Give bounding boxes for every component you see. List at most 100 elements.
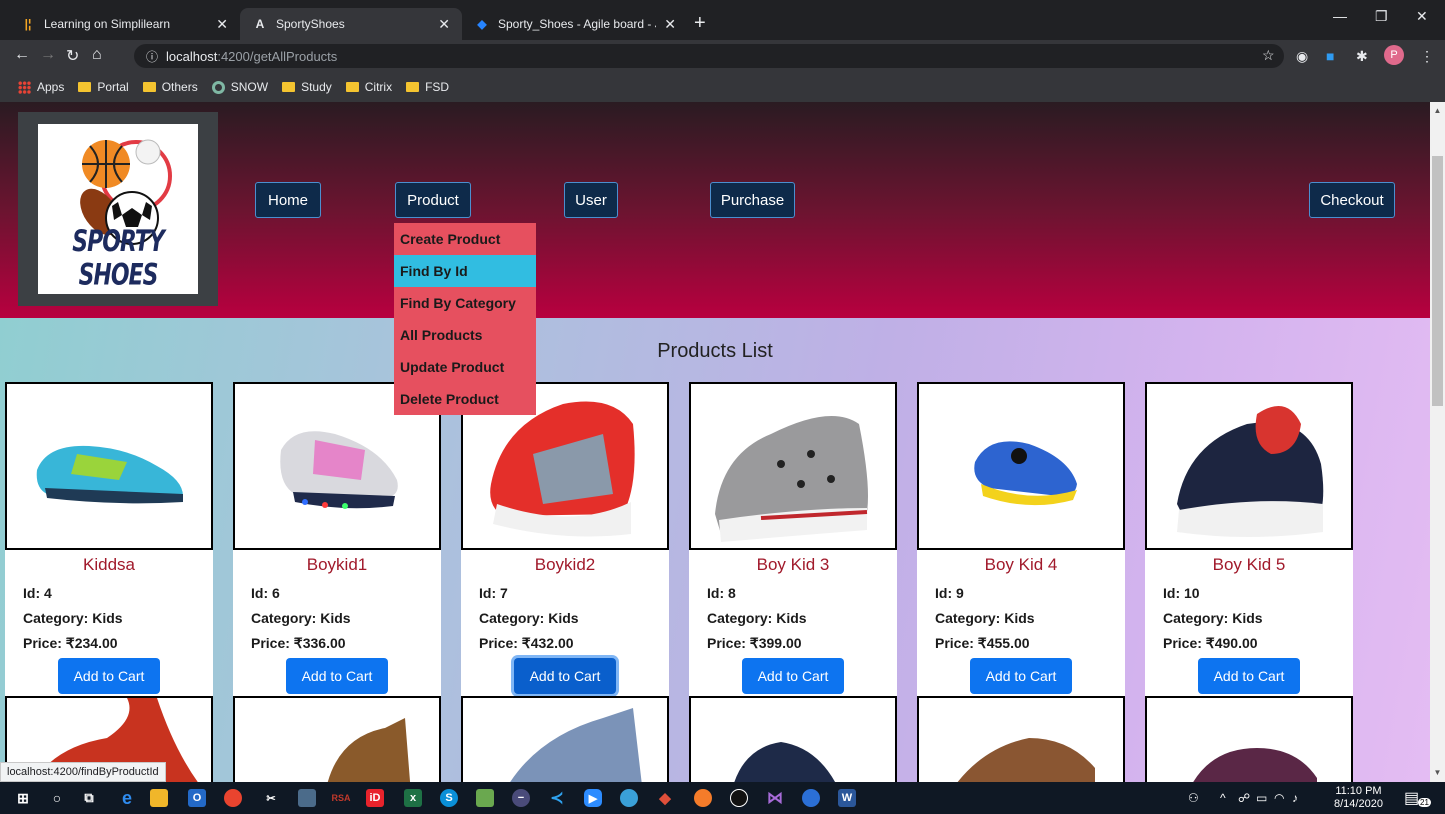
menu-item-create-product[interactable]: Create Product: [394, 223, 536, 255]
headset-icon[interactable]: [730, 789, 748, 807]
product-card[interactable]: [1145, 696, 1353, 782]
forward-icon[interactable]: →: [40, 46, 56, 64]
battery-icon[interactable]: ▭: [1256, 791, 1267, 805]
nav-purchase-button[interactable]: Purchase: [710, 182, 795, 218]
product-category: Category: Kids: [251, 610, 351, 626]
bookmark-apps[interactable]: Apps: [18, 80, 64, 94]
word-icon[interactable]: W: [838, 789, 856, 807]
product-image[interactable]: [917, 382, 1125, 550]
tab-title: SportyShoes: [276, 17, 345, 31]
folder-icon: [406, 82, 420, 92]
zoom-icon[interactable]: ▶: [584, 789, 602, 807]
product-category: Category: Kids: [23, 610, 123, 626]
network-icon[interactable]: ☍: [1238, 791, 1250, 805]
menu-item-update-product[interactable]: Update Product: [394, 351, 536, 383]
info-icon[interactable]: ⓘ: [146, 48, 158, 65]
tab-jira[interactable]: ◆ Sporty_Shoes - Agile board - Jira ✕: [462, 8, 688, 40]
notifications-icon[interactable]: ▤: [1404, 788, 1419, 808]
new-tab-icon[interactable]: +: [694, 12, 706, 35]
chrome-icon[interactable]: [224, 789, 242, 807]
earth-icon[interactable]: [802, 789, 820, 807]
nav-product-button[interactable]: Product: [395, 182, 471, 218]
close-icon[interactable]: ✕: [438, 16, 450, 33]
add-to-cart-button[interactable]: Add to Cart: [58, 658, 160, 694]
add-to-cart-button[interactable]: Add to Cart: [514, 658, 616, 694]
eclipse-icon[interactable]: −: [512, 789, 530, 807]
git-icon[interactable]: ◆: [656, 789, 674, 807]
add-to-cart-button[interactable]: Add to Cart: [970, 658, 1072, 694]
extension-record-icon[interactable]: ◉: [1296, 48, 1308, 65]
product-image[interactable]: [5, 382, 213, 550]
outlook-icon[interactable]: O: [188, 789, 206, 807]
menu-kebab-icon[interactable]: ⋮: [1420, 48, 1434, 65]
snow-icon: [211, 80, 225, 94]
address-bar[interactable]: ⓘ localhost :4200/getAllProducts: [134, 44, 1284, 68]
photos-icon[interactable]: [476, 789, 494, 807]
bookmark-fsd[interactable]: FSD: [406, 80, 449, 94]
nav-home-button[interactable]: Home: [255, 182, 321, 218]
menu-item-all-products[interactable]: All Products: [394, 319, 536, 351]
product-card[interactable]: [917, 696, 1125, 782]
add-to-cart-button[interactable]: Add to Cart: [742, 658, 844, 694]
star-icon[interactable]: ☆: [1262, 47, 1275, 64]
show-hidden-icons-chevron[interactable]: ^: [1220, 791, 1226, 805]
back-icon[interactable]: ←: [14, 46, 30, 64]
bookmark-portal[interactable]: Portal: [78, 80, 129, 94]
tab-sportyshoes[interactable]: A SportyShoes ✕: [240, 8, 462, 40]
visual-studio-icon[interactable]: ⋈: [766, 789, 784, 807]
windows-extension-icon[interactable]: ■: [1326, 48, 1334, 64]
product-image[interactable]: [689, 382, 897, 550]
menu-item-find-by-id[interactable]: Find By Id: [394, 255, 536, 287]
minimize-icon[interactable]: —: [1333, 8, 1347, 24]
rsa-icon[interactable]: RSA: [332, 789, 351, 807]
bookmark-study[interactable]: Study: [282, 80, 332, 94]
task-view-icon[interactable]: ⧉: [80, 789, 98, 807]
reload-icon[interactable]: ↻: [66, 46, 79, 66]
bookmark-others[interactable]: Others: [142, 80, 198, 94]
puzzle-icon[interactable]: ✱: [1356, 48, 1368, 65]
file-explorer-icon[interactable]: [150, 789, 168, 807]
page-title: Products List: [657, 340, 773, 362]
people-icon[interactable]: ⚇: [1188, 791, 1199, 805]
volume-icon[interactable]: ♪: [1292, 791, 1298, 805]
product-card[interactable]: [689, 696, 897, 782]
excel-icon[interactable]: x: [404, 789, 422, 807]
edge-icon[interactable]: e: [118, 788, 136, 808]
product-name: Boykid1: [306, 555, 368, 574]
bookmark-snow[interactable]: SNOW: [211, 80, 268, 94]
postman-icon[interactable]: [694, 789, 712, 807]
wifi-icon[interactable]: ◠: [1274, 791, 1284, 805]
search-icon[interactable]: ○: [48, 789, 66, 807]
snipping-tool-icon[interactable]: ✂: [262, 789, 280, 807]
add-to-cart-button[interactable]: Add to Cart: [1198, 658, 1300, 694]
shoe-image: [1177, 406, 1324, 537]
tab-simplilearn[interactable]: |¦ Learning on Simplilearn ✕: [8, 8, 240, 40]
menu-item-find-by-category[interactable]: Find By Category: [394, 287, 536, 319]
bookmark-citrix[interactable]: Citrix: [345, 80, 392, 94]
windows-start-icon[interactable]: ⊞: [14, 789, 32, 807]
logo[interactable]: SPORTY SHOES: [38, 124, 198, 294]
app-icon[interactable]: [298, 789, 316, 807]
product-image[interactable]: [1145, 382, 1353, 550]
product-card[interactable]: [233, 696, 441, 782]
close-icon[interactable]: ✕: [216, 16, 228, 33]
profile-avatar[interactable]: P: [1384, 45, 1404, 65]
taskbar-clock[interactable]: 11:10 PM 8/14/2020: [1334, 785, 1383, 811]
nav-user-button[interactable]: User: [564, 182, 618, 218]
scrollbar-thumb[interactable]: [1432, 156, 1443, 406]
product-card[interactable]: [461, 696, 669, 782]
vscode-icon[interactable]: ≺: [548, 789, 566, 807]
indesign-icon[interactable]: iD: [366, 789, 384, 807]
page-scrollbar[interactable]: ▲ ▼: [1430, 102, 1445, 782]
menu-item-delete-product[interactable]: Delete Product: [394, 383, 536, 415]
skype-icon[interactable]: S: [440, 789, 458, 807]
close-icon[interactable]: ✕: [664, 16, 676, 33]
home-icon[interactable]: ⌂: [92, 46, 102, 64]
restore-icon[interactable]: ❐: [1375, 8, 1388, 25]
scroll-up-arrow-icon[interactable]: ▲: [1430, 106, 1445, 115]
add-to-cart-button[interactable]: Add to Cart: [286, 658, 388, 694]
nav-checkout-button[interactable]: Checkout: [1309, 182, 1395, 218]
close-window-icon[interactable]: ✕: [1416, 8, 1428, 25]
scroll-down-arrow-icon[interactable]: ▼: [1430, 768, 1445, 777]
globe-icon[interactable]: [620, 789, 638, 807]
